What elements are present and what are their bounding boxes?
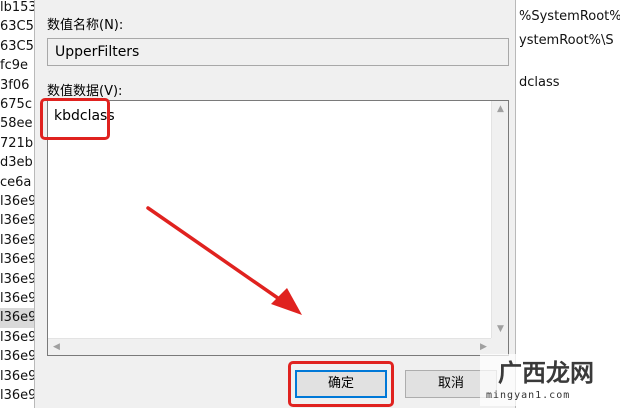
registry-value-text: dclass [519, 75, 560, 90]
scrollbar-corner [491, 338, 508, 355]
registry-key-row[interactable]: 58ee [0, 114, 34, 134]
scroll-down-icon[interactable]: ▼ [492, 321, 509, 338]
registry-key-row[interactable]: ce6a [0, 173, 34, 193]
horizontal-scrollbar[interactable]: ◀ ▶ [48, 338, 492, 355]
registry-key-row[interactable]: l36e9 [0, 231, 34, 251]
registry-key-row[interactable]: 63C5 [0, 17, 34, 37]
registry-key-row[interactable]: l36e9 [0, 328, 34, 348]
edit-string-dialog: 数值名称(N): UpperFilters 数值数据(V): kbdclass … [34, 0, 516, 408]
registry-key-row[interactable]: l36e9 [0, 367, 34, 387]
registry-key-row[interactable]: l36e9 [0, 270, 34, 290]
registry-key-row[interactable]: l36e9 [0, 250, 34, 270]
value-data-label: 数值数据(V): [47, 84, 123, 99]
svg-text:广西龙网: 广西龙网 [498, 358, 594, 387]
scroll-up-icon[interactable]: ▲ [492, 101, 509, 118]
registry-key-row[interactable]: 721b [0, 134, 34, 154]
registry-key-row[interactable]: l36e9 [0, 211, 34, 231]
watermark-url: mingyan1.com [486, 390, 571, 401]
highlight-ok-button [288, 361, 394, 407]
registry-value-text: %SystemRoot% [519, 9, 620, 24]
value-data-textarea[interactable]: kbdclass ▲ ▼ ◀ ▶ [47, 100, 509, 356]
registry-value-text: ystemRoot%\S [519, 33, 614, 48]
highlight-data-value [40, 98, 110, 140]
registry-key-row[interactable]: fc9e [0, 56, 34, 76]
registry-key-row[interactable]: l36e9 [0, 347, 34, 367]
registry-key-row[interactable]: l36e9 [0, 308, 34, 329]
registry-key-row[interactable]: 675c [0, 95, 34, 115]
value-name-field: UpperFilters [47, 38, 509, 66]
registry-key-row[interactable]: 63C5 [0, 37, 34, 57]
registry-key-row[interactable]: l36e9 [0, 289, 34, 309]
value-name-label: 数值名称(N): [47, 18, 124, 33]
watermark-logo-icon: 广西龙网 [498, 358, 594, 387]
registry-key-row[interactable]: 3f06 [0, 76, 34, 96]
scroll-left-icon[interactable]: ◀ [48, 339, 65, 356]
registry-key-row[interactable]: d3eb [0, 153, 34, 173]
registry-value-column: %SystemRoot% ystemRoot%\S dclass [516, 0, 620, 408]
site-watermark: 广西龙网 mingyan1.com [480, 354, 616, 406]
registry-key-row[interactable]: l36e9 [0, 192, 34, 212]
registry-key-list: lb153 63C5 63C5 fc9e 3f06 675c 58ee 721b d3eb ce6… [0, 0, 34, 408]
registry-key-row[interactable]: lb153 [0, 0, 34, 18]
registry-key-row[interactable]: l36e9 [0, 386, 34, 406]
vertical-scrollbar[interactable]: ▲ ▼ [491, 101, 508, 338]
